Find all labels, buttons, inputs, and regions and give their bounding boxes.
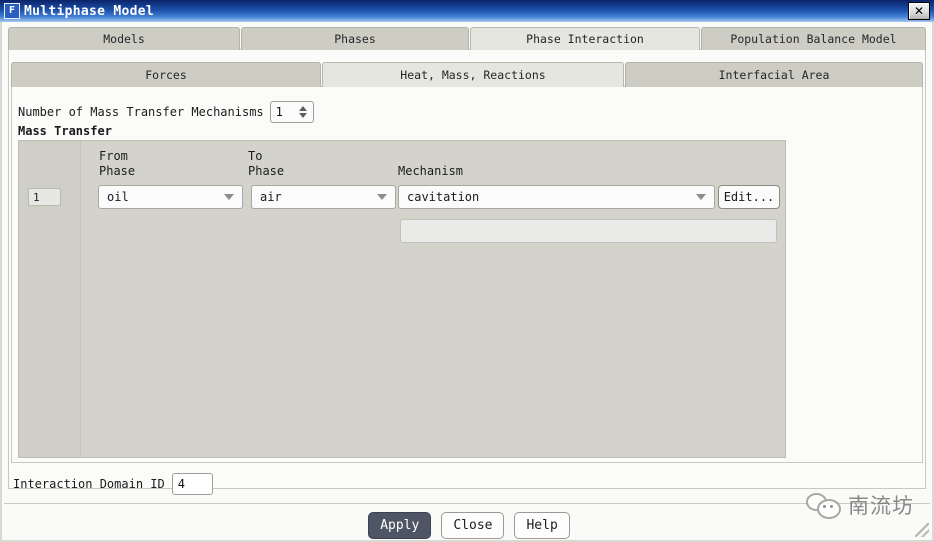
row-index-cell: 1 xyxy=(28,188,61,206)
interaction-domain-input[interactable]: 4 xyxy=(171,473,213,495)
help-button[interactable]: Help xyxy=(514,512,570,539)
mechanism-count-stepper[interactable]: 1 xyxy=(269,101,314,123)
mechanism-dropdown[interactable]: cavitation xyxy=(398,185,715,209)
mechanism-detail-field[interactable] xyxy=(400,219,777,243)
table-row: 1 oil air cavitation Edit... xyxy=(19,185,785,211)
to-phase-value: air xyxy=(260,190,282,204)
inner-tabstrip: Forces Heat, Mass, Reactions Interfacial… xyxy=(11,62,923,87)
window-body: Models Phases Phase Interaction Populati… xyxy=(0,22,934,542)
watermark-text: 南流坊 xyxy=(848,494,914,518)
tab-models[interactable]: Models xyxy=(8,27,240,50)
tab-phases[interactable]: Phases xyxy=(241,27,469,50)
mechanism-count-value: 1 xyxy=(275,105,283,119)
column-header-to-phase: To Phase xyxy=(248,149,285,178)
mass-transfer-panel: From Phase To Phase Mechanism 1 oil air … xyxy=(18,140,786,458)
chevron-down-icon[interactable] xyxy=(696,194,706,200)
apply-button[interactable]: Apply xyxy=(368,512,432,539)
chevron-down-icon[interactable] xyxy=(377,194,387,200)
bubble-eye-right xyxy=(830,505,833,508)
chevron-down-icon[interactable] xyxy=(299,113,308,118)
fluent-app-icon: F xyxy=(4,3,20,19)
mass-transfer-group-label: Mass Transfer xyxy=(18,124,112,138)
bubble-eye-left xyxy=(823,505,826,508)
subtab-heat-mass-reactions[interactable]: Heat, Mass, Reactions xyxy=(322,62,624,87)
subtab-interfacial-area[interactable]: Interfacial Area xyxy=(625,62,923,87)
outer-tabstrip: Models Phases Phase Interaction Populati… xyxy=(8,27,926,50)
from-phase-value: oil xyxy=(107,190,129,204)
tab-phase-interaction[interactable]: Phase Interaction xyxy=(470,27,700,50)
mechanism-count-label: Number of Mass Transfer Mechanisms xyxy=(18,105,264,119)
edit-mechanism-button[interactable]: Edit... xyxy=(718,185,780,209)
watermark: 南流坊 xyxy=(806,490,914,520)
wechat-logo-icon xyxy=(806,492,841,519)
window-title: Multiphase Model xyxy=(24,3,155,19)
close-button[interactable]: Close xyxy=(441,512,505,539)
stepper-arrows[interactable] xyxy=(297,106,310,118)
from-phase-dropdown[interactable]: oil xyxy=(98,185,243,209)
footer-divider xyxy=(4,503,930,504)
mechanism-value: cavitation xyxy=(407,190,480,204)
multiphase-model-dialog: F Multiphase Model ✕ Models Phases Phase… xyxy=(0,0,934,542)
mechanism-count-row: Number of Mass Transfer Mechanisms 1 xyxy=(18,101,314,123)
interaction-domain-label: Interaction Domain ID xyxy=(13,477,165,491)
interaction-domain-row: Interaction Domain ID 4 xyxy=(13,473,213,495)
subtab-forces[interactable]: Forces xyxy=(11,62,321,87)
window-titlebar: F Multiphase Model ✕ xyxy=(0,0,934,22)
close-icon[interactable]: ✕ xyxy=(908,2,930,20)
chevron-up-icon[interactable] xyxy=(299,106,308,111)
chevron-down-icon[interactable] xyxy=(224,194,234,200)
resize-grip[interactable] xyxy=(915,523,929,537)
tab-population-balance-model[interactable]: Population Balance Model xyxy=(701,27,926,50)
column-header-from-phase: From Phase xyxy=(99,149,136,178)
to-phase-dropdown[interactable]: air xyxy=(251,185,396,209)
speech-bubble-large-icon xyxy=(817,499,841,519)
dialog-footer: Apply Close Help xyxy=(2,512,934,539)
column-header-mechanism: Mechanism xyxy=(398,164,464,178)
